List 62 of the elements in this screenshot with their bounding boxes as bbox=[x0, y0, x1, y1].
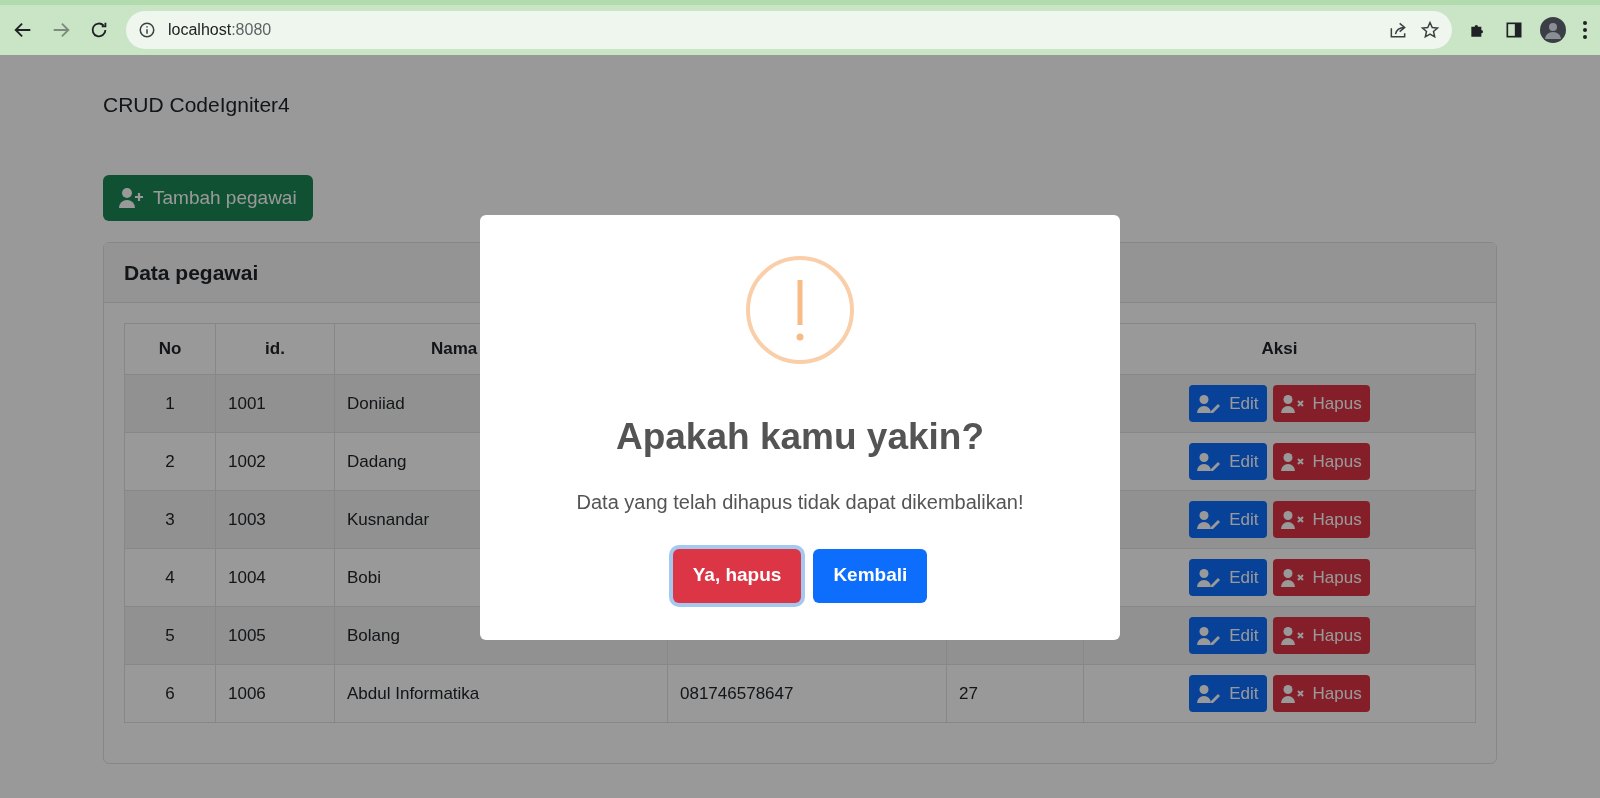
dialog-title: Apakah kamu yakin? bbox=[615, 415, 985, 459]
dialog-message: Data yang telah dihapus tidak dapat dikembalikan! bbox=[576, 489, 1024, 515]
cancel-button[interactable]: Kembali bbox=[813, 548, 928, 603]
table-cell: 1006 bbox=[228, 683, 266, 703]
table-cell: 6 bbox=[165, 683, 175, 703]
share-icon[interactable] bbox=[1388, 20, 1408, 40]
table-cell: 2 bbox=[165, 451, 175, 471]
user-edit-icon bbox=[1197, 394, 1222, 413]
table-cell: 4 bbox=[165, 567, 175, 587]
column-header: No bbox=[124, 323, 216, 375]
edit-button[interactable]: Edit bbox=[1189, 617, 1267, 654]
avatar-icon[interactable] bbox=[1540, 17, 1566, 43]
edit-button[interactable]: Edit bbox=[1189, 443, 1267, 480]
user-edit-icon bbox=[1197, 510, 1222, 529]
card-title: Data pegawai bbox=[124, 259, 259, 286]
address-bar[interactable]: localhost:8080 bbox=[126, 11, 1452, 49]
side-panel-icon[interactable] bbox=[1504, 20, 1524, 40]
table-cell: Bobi bbox=[347, 567, 382, 587]
user-remove-icon bbox=[1280, 394, 1305, 413]
user-edit-icon bbox=[1197, 452, 1222, 471]
user-edit-icon bbox=[1197, 626, 1222, 645]
star-icon[interactable] bbox=[1420, 20, 1440, 40]
user-remove-icon bbox=[1280, 684, 1305, 703]
user-plus-icon bbox=[119, 188, 145, 208]
delete-button[interactable]: Hapus bbox=[1272, 559, 1370, 596]
menu-icon[interactable] bbox=[1582, 20, 1588, 40]
user-remove-icon bbox=[1280, 568, 1305, 587]
user-remove-icon bbox=[1280, 452, 1305, 471]
delete-button[interactable]: Hapus bbox=[1272, 617, 1370, 654]
user-remove-icon bbox=[1280, 510, 1305, 529]
info-icon[interactable] bbox=[138, 21, 156, 39]
table-cell: 081746578647 bbox=[680, 683, 794, 703]
table-cell: Abdul Informatika bbox=[347, 683, 480, 703]
table-cell: 1005 bbox=[228, 625, 266, 645]
delete-button[interactable]: Hapus bbox=[1272, 501, 1370, 538]
edit-button[interactable]: Edit bbox=[1189, 501, 1267, 538]
table-cell: 1004 bbox=[228, 567, 266, 587]
table-cell: 1001 bbox=[228, 393, 266, 413]
user-edit-icon bbox=[1197, 568, 1222, 587]
edit-button[interactable]: Edit bbox=[1189, 675, 1267, 712]
add-employee-button[interactable]: Tambah pegawai bbox=[103, 175, 313, 221]
delete-button[interactable]: Hapus bbox=[1272, 675, 1370, 712]
page-title: CRUD CodeIgniter4 bbox=[103, 92, 291, 118]
delete-button[interactable]: Hapus bbox=[1272, 443, 1370, 480]
edit-button[interactable]: Edit bbox=[1189, 385, 1267, 422]
delete-button[interactable]: Hapus bbox=[1272, 385, 1370, 422]
table-cell: Bolang bbox=[347, 625, 400, 645]
url-text: localhost:8080 bbox=[168, 20, 273, 40]
table-cell: 5 bbox=[165, 625, 175, 645]
table-cell: 1003 bbox=[228, 509, 266, 529]
table-cell: 27 bbox=[959, 683, 978, 703]
warning-icon bbox=[745, 255, 855, 365]
table-cell: Kusnandar bbox=[347, 509, 430, 529]
user-edit-icon bbox=[1197, 684, 1222, 703]
table-cell: 1 bbox=[165, 393, 175, 413]
column-header: id. bbox=[215, 323, 335, 375]
table-cell: Dadang bbox=[347, 451, 407, 471]
table-cell: 3 bbox=[165, 509, 175, 529]
user-remove-icon bbox=[1280, 626, 1305, 645]
table-cell: 1002 bbox=[228, 451, 266, 471]
edit-button[interactable]: Edit bbox=[1189, 559, 1267, 596]
table-cell: Doniiad bbox=[347, 393, 405, 413]
